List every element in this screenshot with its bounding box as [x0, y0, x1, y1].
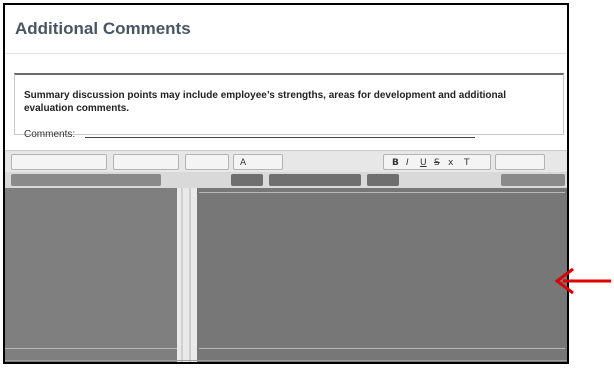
secondary-toolbar [5, 172, 567, 189]
rich-text-toolbar: A B I U S x T [5, 150, 567, 174]
editor-frame: Additional Comments Summary discussion p… [3, 3, 569, 364]
list-indent-group[interactable] [269, 174, 361, 186]
toolbar-group-size[interactable] [185, 154, 229, 170]
font-color-icon[interactable]: A [240, 158, 246, 168]
splitter-bar-left [181, 188, 183, 362]
editor-splitter[interactable] [177, 188, 197, 362]
comments-label: Comments: [24, 129, 76, 140]
toolbar-group-style[interactable] [113, 154, 179, 170]
strikethrough-button[interactable]: S [434, 158, 440, 168]
editor-text-area[interactable] [197, 188, 567, 362]
table-group[interactable] [367, 174, 399, 186]
splitter-bar-right [189, 188, 191, 362]
editor-left-pane[interactable] [5, 188, 178, 362]
page-title: Additional Comments [15, 19, 191, 38]
subscript-button[interactable]: x [448, 158, 453, 168]
toolbar-group-format[interactable] [11, 154, 107, 170]
summary-box: Summary discussion points may include em… [14, 73, 564, 140]
italic-button[interactable]: I [406, 158, 409, 168]
toolbar-group-text[interactable]: B I U S x T [383, 154, 491, 170]
comments-editor[interactable] [5, 188, 567, 362]
toolbar-row-right[interactable] [501, 174, 565, 186]
editor-status-line [5, 360, 567, 361]
panel-header: Additional Comments [5, 5, 567, 54]
undo-redo-group[interactable] [231, 174, 263, 186]
summary-instructions: Summary discussion points may include em… [24, 90, 506, 114]
red-arrow-annotation [554, 267, 611, 295]
toolbar-group-align[interactable] [495, 154, 545, 170]
text-area-bottom-line [199, 348, 565, 349]
underline-button[interactable]: U [420, 158, 427, 168]
comments-field[interactable] [85, 137, 475, 138]
toolbar-row-left[interactable] [11, 174, 161, 186]
toolbar-group-font[interactable]: A [233, 154, 283, 170]
text-area-top-line [199, 192, 565, 193]
text-color-button[interactable]: T [464, 158, 470, 168]
bold-button[interactable]: B [392, 158, 399, 168]
pane-divider-line [5, 348, 177, 349]
